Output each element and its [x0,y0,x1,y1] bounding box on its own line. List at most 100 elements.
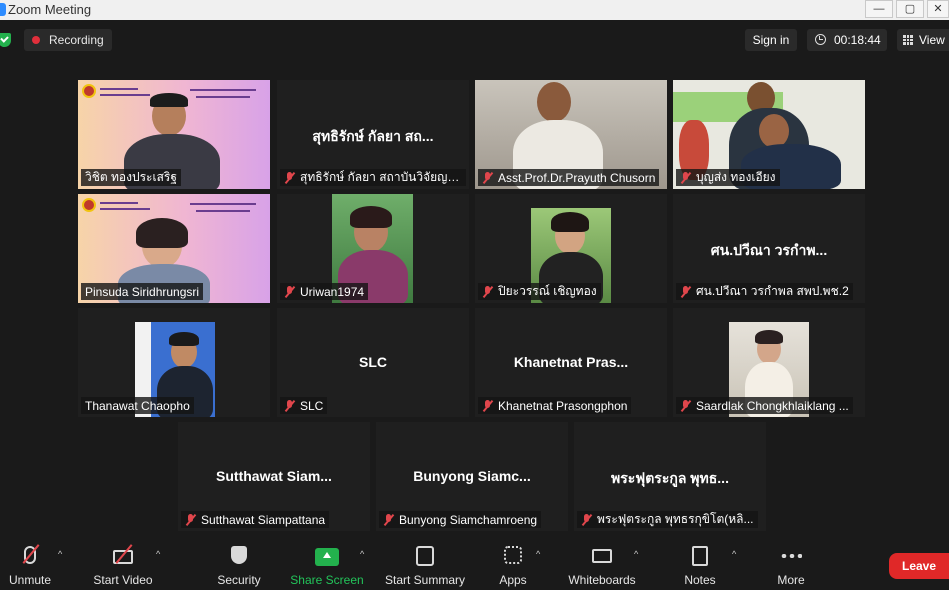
meeting-timer: 00:18:44 [807,29,887,51]
participant-tile[interactable]: Pinsuda Siridhrungsri [78,194,270,303]
audio-options-chevron-icon[interactable] [58,550,66,558]
window-titlebar: Zoom Meeting — ▢ ✕ [0,0,949,20]
participant-name: Thanawat Chaopho [85,398,190,413]
participant-nameplate: Khanetnat Prasongphon [478,397,632,414]
leave-button[interactable]: Leave [889,553,949,579]
participant-tile[interactable]: Khanetnat Pras... Khanetnat Prasongphon [475,308,667,417]
muted-mic-icon [680,399,691,412]
muted-mic-icon [581,513,592,526]
participant-name: SLC [300,398,324,413]
share-screen-button[interactable]: Share Screen [290,538,364,590]
whiteboards-label: Whiteboards [568,573,636,587]
participant-nameplate: Bunyong Siamchamroeng [379,511,542,528]
share-options-chevron-icon[interactable] [360,550,368,558]
apps-options-chevron-icon[interactable] [536,550,544,558]
ai-summary-icon [416,546,434,566]
participant-tile[interactable]: สุทธิรักษ์ กัลยา สถ... สุทธิรักษ์ กัลยา … [277,80,469,189]
participant-tile[interactable]: ศน.ปวีณา วรกำพ... ศน.ปวีณา วรกำพล สพป.พช… [673,194,865,303]
view-button[interactable]: View [897,29,949,51]
participant-tile[interactable]: SLC SLC [277,308,469,417]
participant-tile[interactable]: Thanawat Chaopho [78,308,270,417]
more-button[interactable]: More [772,538,810,590]
emblem-icon [82,84,96,98]
start-summary-label: Start Summary [384,573,465,587]
participant-tile[interactable]: พระฟุตระกูล พุทธ... พระฟุตระกูล พุทธรกุข… [574,422,766,531]
unmute-button[interactable]: Unmute [4,538,56,590]
participant-nameplate: วิชิต ทองประเสริฐ [81,169,181,186]
participant-name: พระฟุตระกูล พุทธรกุขิโต(หลิ... [597,512,754,526]
participant-center-name: Khanetnat Pras... [513,354,629,370]
emblem-icon [82,198,96,212]
participant-center-name: SLC [359,354,387,370]
maximize-button[interactable]: ▢ [896,0,924,18]
participant-tile[interactable]: Bunyong Siamc... Bunyong Siamchamroeng [376,422,568,531]
security-shield-icon [231,546,247,564]
grid-view-icon [903,35,913,45]
participant-name: Asst.Prof.Dr.Prayuth Chusorn [498,170,656,185]
encryption-shield-icon[interactable] [0,33,11,47]
recording-dot-icon [32,36,40,44]
window-title: Zoom Meeting [8,2,92,17]
participant-name: ศน.ปวีณา วรกำพล สพป.พช.2 [696,284,849,298]
start-summary-button[interactable]: Start Summary [382,538,468,590]
muted-mic-icon [284,285,295,298]
recording-indicator[interactable]: Recording [24,29,112,51]
apps-label: Apps [499,573,527,587]
start-video-button[interactable]: Start Video [88,538,158,590]
muted-mic-icon [185,513,196,526]
recording-label: Recording [49,33,104,47]
sign-in-button[interactable]: Sign in [745,29,797,51]
participant-tile[interactable]: บุญส่ง ทองเอียง [673,80,865,189]
whiteboards-button[interactable]: Whiteboards [566,538,638,590]
muted-mic-icon [284,399,295,412]
notes-button[interactable]: Notes [680,538,720,590]
muted-mic-icon [482,399,493,412]
security-button[interactable]: Security [212,538,266,590]
whiteboards-options-chevron-icon[interactable] [634,550,642,558]
participant-name: Sutthawat Siampattana [201,512,326,527]
muted-mic-icon [680,171,691,184]
more-label: More [777,573,805,587]
notes-options-chevron-icon[interactable] [732,550,740,558]
participant-center-name: พระฟุตระกูล พุทธ... [611,470,729,486]
participant-nameplate: Thanawat Chaopho [81,397,194,414]
share-screen-icon [315,548,339,566]
participant-tile[interactable]: Uriwan1974 [277,194,469,303]
participant-name: Saardlak Chongkhlaiklang ... [696,398,849,413]
muted-mic-icon [383,513,394,526]
participant-nameplate: พระฟุตระกูล พุทธรกุขิโต(หลิ... [577,511,758,528]
participant-name: Uriwan1974 [300,284,365,299]
participant-tile[interactable]: Asst.Prof.Dr.Prayuth Chusorn [475,80,667,189]
participant-nameplate: Asst.Prof.Dr.Prayuth Chusorn [478,169,660,186]
muted-mic-icon [482,285,493,298]
participant-center-name: สุทธิรักษ์ กัลยา สถ... [312,128,434,144]
participant-name: Khanetnat Prasongphon [498,398,628,413]
meeting-toolbar: Unmute Start Video Security Share Screen… [0,538,949,590]
participant-nameplate: ปิยะวรรณ์ เชิญทอง [478,283,601,300]
share-screen-label: Share Screen [290,573,364,587]
close-button[interactable]: ✕ [927,0,949,18]
start-video-label: Start Video [93,573,153,587]
participant-tile[interactable]: Saardlak Chongkhlaiklang ... [673,308,865,417]
apps-button[interactable]: Apps [494,538,532,590]
participant-name: Pinsuda Siridhrungsri [85,284,200,299]
zoom-app-icon [0,3,6,16]
participant-nameplate: ศน.ปวีณา วรกำพล สพป.พช.2 [676,283,853,300]
unmute-label: Unmute [8,573,52,587]
participant-nameplate: บุญส่ง ทองเอียง [676,169,780,186]
muted-mic-icon [482,171,493,184]
participant-nameplate: Uriwan1974 [280,283,369,300]
participant-center-name: ศน.ปวีณา วรกำพ... [710,242,828,258]
participant-tile[interactable]: วิชิต ทองประเสริฐ [78,80,270,189]
more-dots-icon [780,554,802,558]
view-label: View [919,33,945,47]
meeting-duration: 00:18:44 [834,33,881,47]
participant-center-name: Sutthawat Siam... [216,468,332,484]
participant-tile[interactable]: Sutthawat Siam... Sutthawat Siampattana [178,422,370,531]
participant-name: บุญส่ง ทองเอียง [696,170,776,184]
participant-nameplate: สุทธิรักษ์ กัลยา สถาบันวิจัยญา... [280,169,466,186]
video-options-chevron-icon[interactable] [156,550,164,558]
participant-name: สุทธิรักษ์ กัลยา สถาบันวิจัยญา... [300,170,462,184]
participant-tile[interactable]: ปิยะวรรณ์ เชิญทอง [475,194,667,303]
minimize-button[interactable]: — [865,0,893,18]
